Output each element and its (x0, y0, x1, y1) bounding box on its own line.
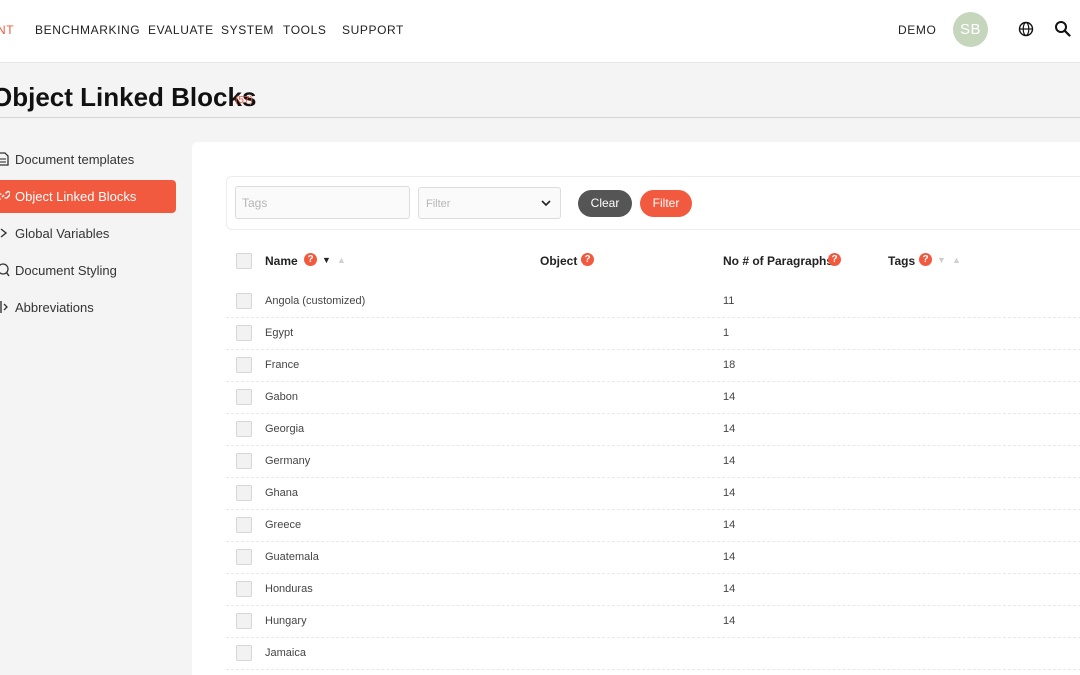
row-paragraphs: 14 (723, 551, 736, 563)
help-icon[interactable]: ? (828, 253, 841, 266)
column-header-name[interactable]: Name (265, 254, 298, 268)
table-row[interactable] (226, 318, 1080, 350)
row-name: Egypt (265, 327, 294, 339)
help-icon[interactable]: ? (581, 253, 594, 266)
row-checkbox[interactable] (236, 581, 252, 597)
row-name: Angola (customized) (265, 295, 366, 307)
table-row[interactable] (226, 414, 1080, 446)
link-icon (0, 190, 10, 200)
chevron-down-icon (541, 200, 551, 207)
document-icon (0, 152, 9, 166)
row-paragraphs: 14 (723, 487, 736, 499)
sidebar-item-object-linked-blocks[interactable]: Object Linked Blocks (0, 180, 176, 213)
filter-select[interactable]: Filter (418, 187, 561, 219)
sidebar-item-label: Global Variables (15, 226, 110, 241)
globe-icon[interactable] (1018, 21, 1034, 37)
sort-desc-icon[interactable]: ▼ (322, 255, 331, 265)
row-name: Georgia (265, 423, 305, 435)
title-divider (0, 117, 1080, 118)
row-checkbox[interactable] (236, 549, 252, 565)
table-row[interactable] (226, 574, 1080, 606)
filter-select-value: Filter (426, 198, 451, 210)
nav-item-tools[interactable]: TOOLS (283, 23, 326, 37)
help-icon[interactable]: ? (919, 253, 932, 266)
row-paragraphs: 14 (723, 423, 736, 435)
table-row[interactable] (226, 638, 1080, 670)
row-checkbox[interactable] (236, 613, 252, 629)
row-checkbox[interactable] (236, 357, 252, 373)
row-checkbox[interactable] (236, 453, 252, 469)
sidebar-item-label: Abbreviations (15, 300, 94, 315)
sort-asc-icon[interactable]: ▲ (337, 255, 346, 265)
sidebar-item-label: Document templates (15, 152, 135, 167)
row-name: Jamaica (265, 647, 306, 659)
top-navigation: NT BENCHMARKING EVALUATE SYSTEM TOOLS SU… (0, 0, 1080, 63)
row-checkbox[interactable] (236, 645, 252, 661)
table-row[interactable] (226, 478, 1080, 510)
sidebar-item-label: Object Linked Blocks (15, 189, 137, 204)
row-checkbox[interactable] (236, 325, 252, 341)
row-checkbox[interactable] (236, 293, 252, 309)
row-paragraphs: 1 (723, 327, 730, 339)
row-checkbox[interactable] (236, 517, 252, 533)
page-title: Object Linked Blocks (0, 82, 257, 112)
sidebar-item-global-variables[interactable]: Global Variables (0, 217, 176, 250)
demo-label[interactable]: DEMO (898, 23, 936, 37)
sort-desc-icon[interactable]: ▼ (937, 255, 946, 265)
table-row[interactable] (226, 446, 1080, 478)
row-name: France (265, 359, 300, 371)
column-header-object[interactable]: Object (540, 254, 577, 268)
nav-item-system[interactable]: SYSTEM (221, 23, 274, 37)
row-paragraphs: 14 (723, 455, 736, 467)
row-checkbox[interactable] (236, 421, 252, 437)
row-name: Gabon (265, 391, 299, 403)
page-count: (57) (235, 95, 253, 106)
abbreviations-icon (0, 301, 8, 313)
row-paragraphs: 14 (723, 391, 736, 403)
column-header-tags[interactable]: Tags (888, 254, 915, 268)
tags-input[interactable] (235, 186, 410, 219)
table-row[interactable] (226, 350, 1080, 382)
sidebar-item-abbreviations[interactable]: Abbreviations (0, 291, 176, 324)
row-paragraphs: 14 (723, 615, 736, 627)
row-name: Ghana (265, 487, 299, 499)
row-paragraphs: 14 (723, 519, 736, 531)
help-icon[interactable]: ? (304, 253, 317, 266)
row-name: Greece (265, 519, 302, 531)
filter-button[interactable]: Filter (640, 190, 692, 217)
search-icon[interactable] (1054, 20, 1071, 37)
nav-item-benchmarking[interactable]: BENCHMARKING (35, 23, 140, 37)
clear-button[interactable]: Clear (578, 190, 632, 217)
nav-item-support[interactable]: SUPPORT (342, 23, 404, 37)
row-paragraphs: 18 (723, 359, 736, 371)
table-row[interactable] (226, 606, 1080, 638)
table-row[interactable] (226, 510, 1080, 542)
row-name: Honduras (265, 583, 313, 595)
table-row[interactable] (226, 382, 1080, 414)
row-checkbox[interactable] (236, 485, 252, 501)
row-name: Germany (265, 455, 311, 467)
row-checkbox[interactable] (236, 389, 252, 405)
row-name: Guatemala (265, 551, 319, 563)
sidebar-item-document-templates[interactable]: Document templates (0, 143, 176, 176)
column-header-paragraphs[interactable]: No # of Paragraphs (723, 254, 833, 268)
avatar[interactable]: SB (953, 12, 988, 47)
sort-asc-icon[interactable]: ▲ (952, 255, 961, 265)
select-all-checkbox[interactable] (236, 253, 252, 269)
nav-item-evaluate[interactable]: EVALUATE (148, 23, 214, 37)
row-paragraphs: 14 (723, 583, 736, 595)
nav-item-partial[interactable]: NT (0, 23, 14, 37)
chevron-right-icon (0, 228, 8, 238)
sidebar-item-label: Document Styling (15, 263, 117, 278)
table-row[interactable] (226, 542, 1080, 574)
styling-icon (0, 263, 10, 277)
sidebar-item-document-styling[interactable]: Document Styling (0, 254, 176, 287)
row-paragraphs: 11 (723, 295, 735, 307)
row-name: Hungary (265, 615, 307, 627)
